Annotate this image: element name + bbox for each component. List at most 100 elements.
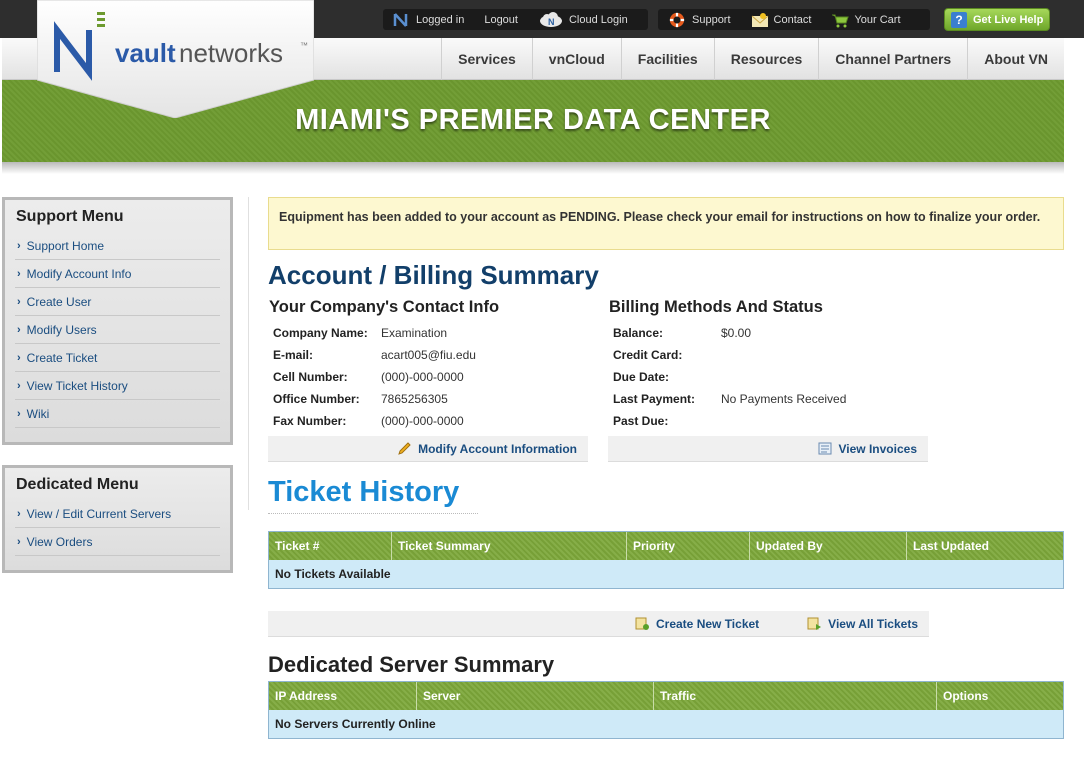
chevron-right-icon: ›: [17, 267, 21, 280]
server-empty-row: No Servers Currently Online: [269, 710, 1063, 738]
billing-value: $0.00: [721, 326, 752, 340]
tickets-list-icon: [807, 617, 822, 630]
live-help-label: Get Live Help: [973, 13, 1044, 26]
logo-badge-icon: vault networks ™: [36, 0, 315, 119]
server-table-header: IP Address Server Traffic Options: [269, 682, 1063, 710]
billing-status-list: Balance: $0.00 Credit Card: Due Date: Las…: [613, 322, 923, 432]
contact-info-title: Your Company's Contact Info: [269, 298, 500, 316]
billing-value: No Payments Received: [721, 392, 847, 406]
nav-resources[interactable]: Resources: [713, 38, 819, 80]
contact-action-bar: Modify Account Information: [268, 436, 588, 462]
lifebuoy-icon: [669, 12, 685, 27]
billing-label: Last Payment:: [613, 392, 696, 406]
logo-brand-rest: networks: [179, 38, 283, 68]
chevron-right-icon: ›: [17, 379, 21, 392]
support-menu-item[interactable]: › Support Home: [15, 232, 220, 260]
cloud-login-link[interactable]: Cloud Login: [564, 14, 638, 26]
billing-methods-title: Billing Methods And Status: [609, 298, 823, 316]
support-menu-item[interactable]: › View Ticket History: [15, 372, 220, 400]
support-menu-item[interactable]: › Create Ticket: [15, 344, 220, 372]
contact-value: (000)-000-0000: [381, 414, 464, 428]
vault-networks-logo[interactable]: vault networks ™: [36, 0, 315, 119]
contact-label: Cell Number:: [273, 370, 348, 384]
site-utility-group: Support Contact Your Cart: [658, 9, 930, 30]
ticket-action-bar: Create New Ticket View All Tickets: [268, 611, 929, 637]
view-invoices-link[interactable]: View Invoices: [818, 441, 918, 456]
column-header[interactable]: Ticket #: [269, 532, 392, 560]
create-ticket-link[interactable]: Create New Ticket: [635, 617, 759, 631]
logo-tm: ™: [300, 41, 308, 50]
chevron-right-icon: ›: [17, 323, 21, 336]
chevron-right-icon: ›: [17, 407, 21, 420]
contact-value: 7865256305: [381, 392, 448, 406]
nav-facilities[interactable]: Facilities: [620, 38, 714, 80]
billing-label: Balance:: [613, 326, 664, 340]
logged-in-link[interactable]: Logged in: [411, 14, 474, 26]
ticket-add-icon: [635, 617, 649, 630]
support-menu: Support Menu › Support Home › Modify Accou…: [2, 197, 233, 445]
billing-action-bar: View Invoices: [608, 436, 928, 462]
support-menu-item[interactable]: › Modify Account Info: [15, 260, 220, 288]
support-menu-item[interactable]: › Wiki: [15, 400, 220, 428]
pending-equipment-alert: Equipment has been added to your account…: [268, 197, 1064, 250]
view-invoices-label: View Invoices: [838, 441, 918, 456]
view-all-tickets-label: View All Tickets: [828, 616, 918, 631]
account-billing-title: Account / Billing Summary: [268, 260, 599, 290]
cart-link[interactable]: Your Cart: [849, 14, 910, 26]
logo-brand-bold: vault: [115, 38, 176, 68]
support-menu-title: Support Menu: [16, 208, 124, 225]
billing-label: Due Date:: [613, 370, 670, 384]
modify-account-link[interactable]: Modify Account Information: [397, 442, 577, 456]
chevron-right-icon: ›: [17, 507, 21, 520]
column-header[interactable]: Options: [937, 682, 1063, 710]
contact-envelope-icon: [751, 12, 768, 27]
account-utility-group: Logged in Logout N Cloud Login: [383, 9, 648, 30]
nav-about-vn[interactable]: About VN: [967, 38, 1064, 80]
live-help-button[interactable]: ? Get Live Help: [944, 8, 1050, 31]
logout-link[interactable]: Logout: [474, 14, 528, 26]
billing-label: Past Due:: [613, 414, 669, 428]
contact-label: Office Number:: [273, 392, 360, 406]
nav-services[interactable]: Services: [441, 38, 532, 80]
support-menu-item[interactable]: › Create User: [15, 288, 220, 316]
contact-label: Fax Number:: [273, 414, 347, 428]
dedicated-menu-title: Dedicated Menu: [16, 476, 139, 493]
create-ticket-label: Create New Ticket: [656, 616, 760, 631]
support-menu-item[interactable]: › Modify Users: [15, 316, 220, 344]
dedicated-server-summary-title: Dedicated Server Summary: [268, 652, 555, 677]
pencil-icon: [398, 442, 411, 455]
contact-link[interactable]: Contact: [769, 14, 822, 26]
view-all-tickets-link[interactable]: View All Tickets: [807, 617, 918, 631]
chevron-right-icon: ›: [17, 239, 21, 252]
column-header[interactable]: Priority: [627, 532, 750, 560]
cloud-icon: N: [539, 11, 562, 27]
support-link[interactable]: Support: [686, 14, 741, 26]
billing-label: Credit Card:: [613, 348, 683, 362]
contact-value: Examination: [381, 326, 448, 340]
column-header[interactable]: Ticket Summary: [392, 532, 627, 560]
column-header[interactable]: Server: [417, 682, 654, 710]
help-question-icon: ?: [951, 11, 967, 28]
column-header[interactable]: Last Updated: [907, 532, 1063, 560]
ticket-history-title: Ticket History: [268, 476, 478, 514]
contact-value: (000)-000-0000: [381, 370, 464, 384]
banner-shadow: [2, 162, 1064, 174]
contact-info-list: Company Name: Examination E-mail: acart005…: [273, 322, 583, 432]
dedicated-menu-item[interactable]: › View / Edit Current Servers: [15, 500, 220, 528]
contact-label: Company Name:: [273, 326, 368, 340]
chevron-right-icon: ›: [17, 535, 21, 548]
server-table: IP Address Server Traffic Options No Ser…: [268, 681, 1064, 739]
column-header[interactable]: Traffic: [654, 682, 937, 710]
invoice-icon: [818, 442, 831, 455]
column-header[interactable]: IP Address: [269, 682, 417, 710]
dedicated-menu-item[interactable]: › View Orders: [15, 528, 220, 556]
chevron-right-icon: ›: [17, 295, 21, 308]
content-divider: [248, 197, 249, 510]
column-header[interactable]: Updated By: [750, 532, 907, 560]
ticket-empty-row: No Tickets Available: [269, 560, 1063, 588]
contact-value: acart005@fiu.edu: [381, 348, 476, 362]
ticket-table-header: Ticket # Ticket Summary Priority Updated…: [269, 532, 1063, 560]
nav-channel-partners[interactable]: Channel Partners: [818, 38, 967, 80]
svg-text:N: N: [548, 17, 555, 27]
nav-vncloud[interactable]: vnCloud: [531, 38, 621, 80]
